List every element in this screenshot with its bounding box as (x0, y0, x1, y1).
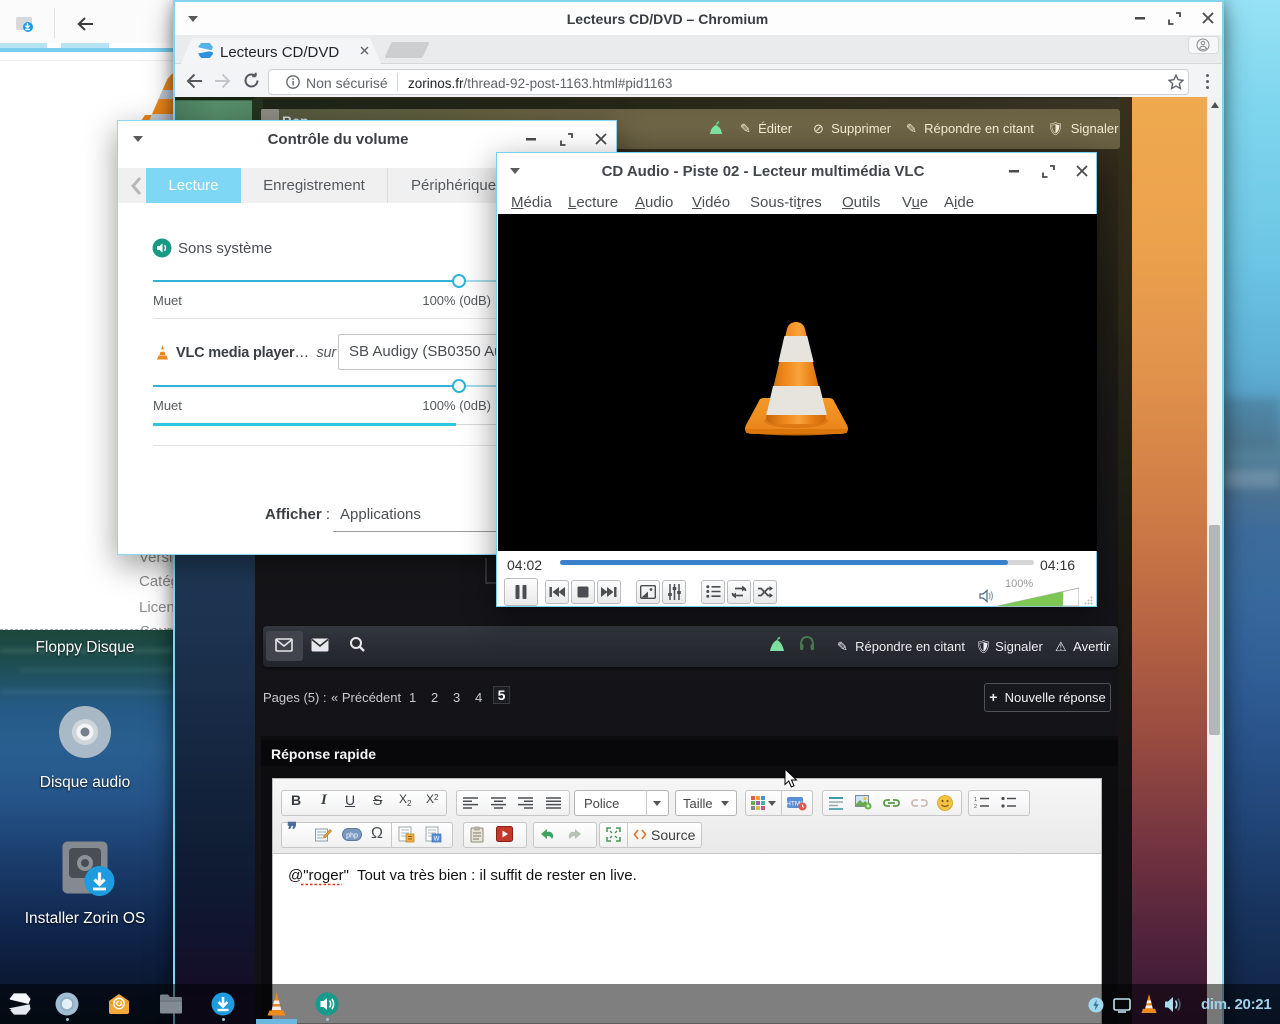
svg-text:2: 2 (974, 804, 977, 809)
svg-text:1: 1 (974, 797, 977, 803)
svg-text:W: W (434, 837, 440, 843)
svg-text:php: php (346, 833, 358, 840)
